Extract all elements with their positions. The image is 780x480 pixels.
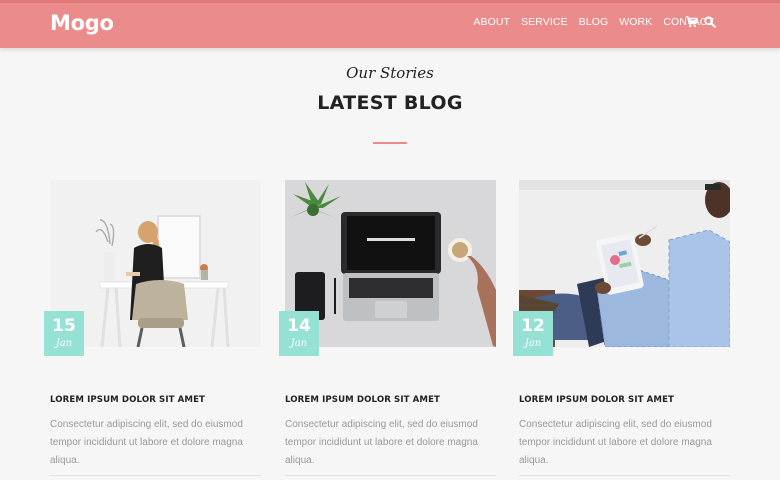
blog-excerpt: Consectetur adipiscing elit, sed do eius…	[50, 419, 243, 466]
blog-title[interactable]: LOREM IPSUM DOLOR SIT AMET	[50, 395, 261, 405]
search-icon[interactable]	[703, 15, 717, 29]
date-badge[interactable]: 15 Jan	[44, 311, 84, 356]
main-nav: ABOUT SERVICE BLOG WORK CONTACT	[462, 16, 714, 28]
date-badge[interactable]: 12 Jan	[513, 311, 553, 356]
section-heading: LATEST BLOG	[317, 92, 463, 114]
blog-title[interactable]: LOREM IPSUM DOLOR SIT AMET	[285, 395, 496, 405]
section-subheading: Our Stories	[346, 64, 434, 82]
card-divider	[519, 475, 730, 476]
nav-about[interactable]: ABOUT	[473, 16, 510, 28]
card-divider	[50, 475, 261, 476]
date-badge[interactable]: 14 Jan	[279, 311, 319, 356]
nav-blog[interactable]: BLOG	[579, 16, 609, 28]
site-header: Mogo ABOUT SERVICE BLOG WORK CONTACT	[0, 0, 780, 48]
heading-divider	[373, 142, 407, 144]
cart-icon[interactable]	[685, 15, 699, 29]
card-divider	[285, 475, 496, 476]
blog-title[interactable]: LOREM IPSUM DOLOR SIT AMET	[519, 395, 730, 405]
date-day: 15	[52, 316, 76, 336]
date-day: 14	[287, 316, 311, 336]
nav-service[interactable]: SERVICE	[521, 16, 568, 28]
blog-excerpt: Consectetur adipiscing elit, sed do eius…	[285, 419, 478, 466]
date-month: Jan	[55, 338, 73, 349]
nav-work[interactable]: WORK	[619, 16, 652, 28]
date-day: 12	[521, 316, 545, 336]
logo[interactable]: Mogo	[50, 11, 114, 35]
blog-excerpt: Consectetur adipiscing elit, sed do eius…	[519, 419, 712, 466]
date-month: Jan	[290, 338, 308, 349]
date-month: Jan	[524, 338, 542, 349]
